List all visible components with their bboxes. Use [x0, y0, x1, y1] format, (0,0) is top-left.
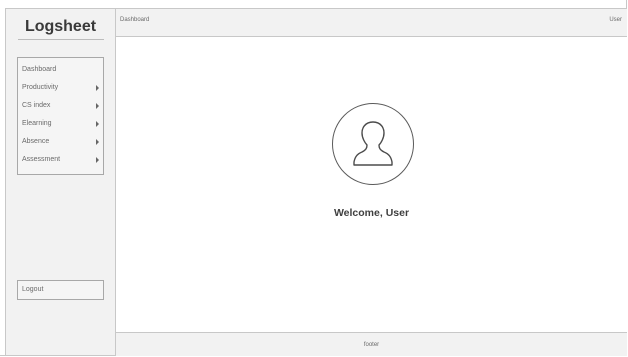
sidebar-item-label: Elearning: [22, 120, 52, 127]
sidebar-nav: Dashboard Productivity CS index Elearnin…: [17, 57, 104, 175]
chevron-right-icon: [96, 121, 99, 127]
sidebar-item-label: Dashboard: [22, 66, 57, 73]
breadcrumb[interactable]: Dashboard: [120, 17, 149, 23]
chevron-right-icon: [96, 139, 99, 145]
footer: footer: [116, 332, 627, 356]
sidebar-item-label: Absence: [22, 138, 50, 145]
logo-divider: [18, 39, 104, 40]
sidebar-item-cs-index[interactable]: CS index: [18, 97, 103, 115]
sidebar-item-absence[interactable]: Absence: [18, 133, 103, 151]
sidebar-item-label: CS index: [22, 102, 51, 109]
sidebar-item-label: Assessment: [22, 156, 61, 163]
welcome-message: Welcome, User: [333, 207, 410, 219]
sidebar-item-productivity[interactable]: Productivity: [18, 79, 103, 97]
user-avatar-icon: [331, 102, 415, 186]
sidebar: Logsheet Dashboard Productivity CS index…: [5, 8, 116, 356]
sidebar-item-dashboard[interactable]: Dashboard: [18, 61, 103, 79]
main-content: Welcome, User: [116, 37, 627, 332]
chevron-right-icon: [96, 157, 99, 163]
chevron-right-icon: [96, 103, 99, 109]
user-menu[interactable]: User: [609, 17, 622, 23]
app-logo: Logsheet: [24, 18, 97, 35]
top-bar: Dashboard User: [116, 8, 627, 37]
chevron-right-icon: [96, 85, 99, 91]
sidebar-item-elearning[interactable]: Elearning: [18, 115, 103, 133]
sidebar-item-assessment[interactable]: Assessment: [18, 151, 103, 169]
logout-button[interactable]: Logout: [17, 280, 104, 300]
sidebar-item-label: Productivity: [22, 84, 59, 91]
